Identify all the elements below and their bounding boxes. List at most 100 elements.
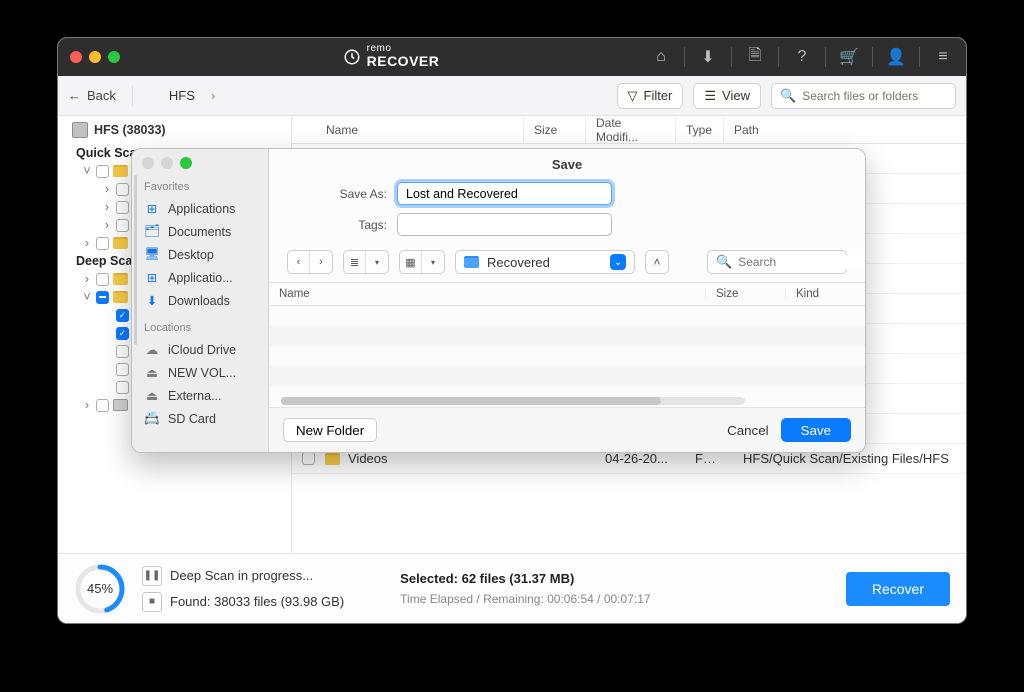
sidebar-scrollbar[interactable] [134, 175, 137, 345]
chevron-left-icon[interactable]: ‹ [288, 251, 310, 273]
locations-header: Locations [132, 318, 268, 338]
checkbox[interactable]: ✓ [116, 327, 129, 340]
location-popup[interactable]: Recovered ⌄ [455, 250, 635, 274]
save-file-list[interactable] [269, 306, 865, 407]
save-search-field[interactable]: 🔍 [707, 250, 847, 274]
favorites-item[interactable]: ⊞Applications [132, 197, 268, 220]
disclosure-icon[interactable]: › [102, 200, 112, 214]
disclosure-icon[interactable]: › [82, 236, 92, 250]
progress-ring: 45% [74, 563, 126, 615]
favorites-label: Downloads [168, 294, 230, 308]
favorites-item[interactable]: ⬇Downloads [132, 289, 268, 312]
expand-button[interactable]: ˄ [645, 250, 669, 274]
search-input[interactable] [802, 89, 957, 103]
locations-item[interactable]: ⏏Externa... [132, 384, 268, 407]
help-icon[interactable]: ? [791, 48, 813, 66]
funnel-icon: ▽ [628, 88, 638, 104]
sheet-zoom-button[interactable] [180, 157, 192, 169]
tags-input[interactable] [397, 213, 612, 236]
favorites-item[interactable]: ⊞Applicatio... [132, 266, 268, 289]
save-as-input[interactable] [397, 182, 612, 205]
sheet-min-button[interactable] [161, 157, 173, 169]
minimize-window-button[interactable] [89, 51, 101, 63]
view-mode-grid[interactable]: ▦▾ [399, 250, 445, 274]
titlebar: remo RECOVER ⌂ ⬇ 🗎 ? 🛒 👤 ≡ [58, 38, 966, 76]
sidebar-root[interactable]: HFS (38033) [58, 116, 291, 144]
view-button[interactable]: ☰ View [693, 83, 761, 109]
col-name[interactable]: Name [326, 123, 358, 137]
cart-icon[interactable]: 🛒 [838, 47, 860, 67]
col-size[interactable]: Size [524, 116, 586, 143]
nav-back-forward[interactable]: ‹› [287, 250, 333, 274]
sidebar-icon: ⊞ [144, 270, 160, 285]
save-button[interactable]: Save [781, 418, 851, 442]
disclosure-icon[interactable]: › [82, 272, 92, 286]
locations-label: NEW VOL... [168, 366, 236, 380]
checkbox[interactable] [116, 183, 129, 196]
save-col-size[interactable]: Size [705, 288, 785, 300]
window-controls [70, 51, 120, 63]
back-button[interactable]: ← Back [68, 88, 116, 103]
horizontal-scrollbar[interactable] [281, 397, 745, 405]
checkbox[interactable] [116, 381, 129, 394]
col-path[interactable]: Path [724, 116, 966, 143]
disclosure-icon[interactable]: › [82, 398, 92, 412]
menu-icon[interactable]: ≡ [932, 48, 954, 66]
favorites-item[interactable]: 🗂Documents [132, 220, 268, 243]
search-field[interactable]: 🔍 [771, 83, 956, 109]
save-search-input[interactable] [738, 255, 866, 269]
save-col-kind[interactable]: Kind [785, 288, 865, 300]
sidebar-icon: 🖥 [144, 247, 160, 262]
pause-button[interactable]: ❚❚ [142, 566, 162, 586]
col-date[interactable]: Date Modifi... [586, 116, 676, 143]
new-folder-button[interactable]: New Folder [283, 418, 377, 442]
drive-icon [113, 399, 128, 411]
chevron-right-icon: › [211, 88, 215, 103]
disclosure-icon[interactable]: ˅ [82, 164, 92, 178]
sheet-close-button[interactable] [142, 157, 154, 169]
folder-icon [464, 256, 479, 268]
tags-label: Tags: [287, 218, 387, 232]
checkbox[interactable] [96, 399, 109, 412]
save-col-name[interactable]: Name [269, 288, 705, 300]
sidebar-root-label: HFS (38033) [94, 123, 166, 137]
checkbox[interactable] [116, 345, 129, 358]
chevron-right-icon[interactable]: › [310, 251, 332, 273]
app-logo: remo RECOVER [132, 44, 650, 70]
checkbox[interactable] [116, 219, 129, 232]
disclosure-icon[interactable]: ˅ [82, 290, 92, 304]
checkbox[interactable] [116, 363, 129, 376]
recover-button[interactable]: Recover [846, 572, 950, 606]
disclosure-icon[interactable]: › [102, 182, 112, 196]
document-icon[interactable]: 🗎 [744, 44, 766, 71]
selected-summary: Selected: 62 files (31.37 MB) [400, 571, 650, 586]
chevron-down-icon: ▾ [366, 251, 388, 273]
download-icon[interactable]: ⬇ [697, 47, 719, 67]
file-date: 04-26-20... [595, 451, 685, 466]
checkbox[interactable] [96, 237, 109, 250]
checkbox[interactable]: ✓ [116, 309, 129, 322]
locations-item[interactable]: 📇SD Card [132, 407, 268, 430]
checkbox[interactable] [96, 291, 109, 304]
view-mode-list[interactable]: ≣▾ [343, 250, 389, 274]
arrow-left-icon: ← [68, 88, 81, 103]
checkbox[interactable] [96, 273, 109, 286]
locations-item[interactable]: ⏏NEW VOL... [132, 361, 268, 384]
locations-label: Externa... [168, 389, 222, 403]
checkbox[interactable] [302, 452, 315, 465]
checkbox[interactable] [96, 165, 109, 178]
zoom-window-button[interactable] [108, 51, 120, 63]
cancel-button[interactable]: Cancel [715, 418, 781, 442]
stop-button[interactable]: ■ [142, 592, 162, 612]
favorites-item[interactable]: 🖥Desktop [132, 243, 268, 266]
locations-item[interactable]: ☁iCloud Drive [132, 338, 268, 361]
close-window-button[interactable] [70, 51, 82, 63]
breadcrumb[interactable]: HFS › [169, 88, 215, 103]
user-icon[interactable]: 👤 [885, 47, 907, 67]
col-type[interactable]: Type [676, 116, 724, 143]
breadcrumb-label: HFS [169, 88, 195, 103]
filter-button[interactable]: ▽ Filter [617, 83, 684, 109]
home-icon[interactable]: ⌂ [650, 48, 672, 66]
disclosure-icon[interactable]: › [102, 218, 112, 232]
checkbox[interactable] [116, 201, 129, 214]
